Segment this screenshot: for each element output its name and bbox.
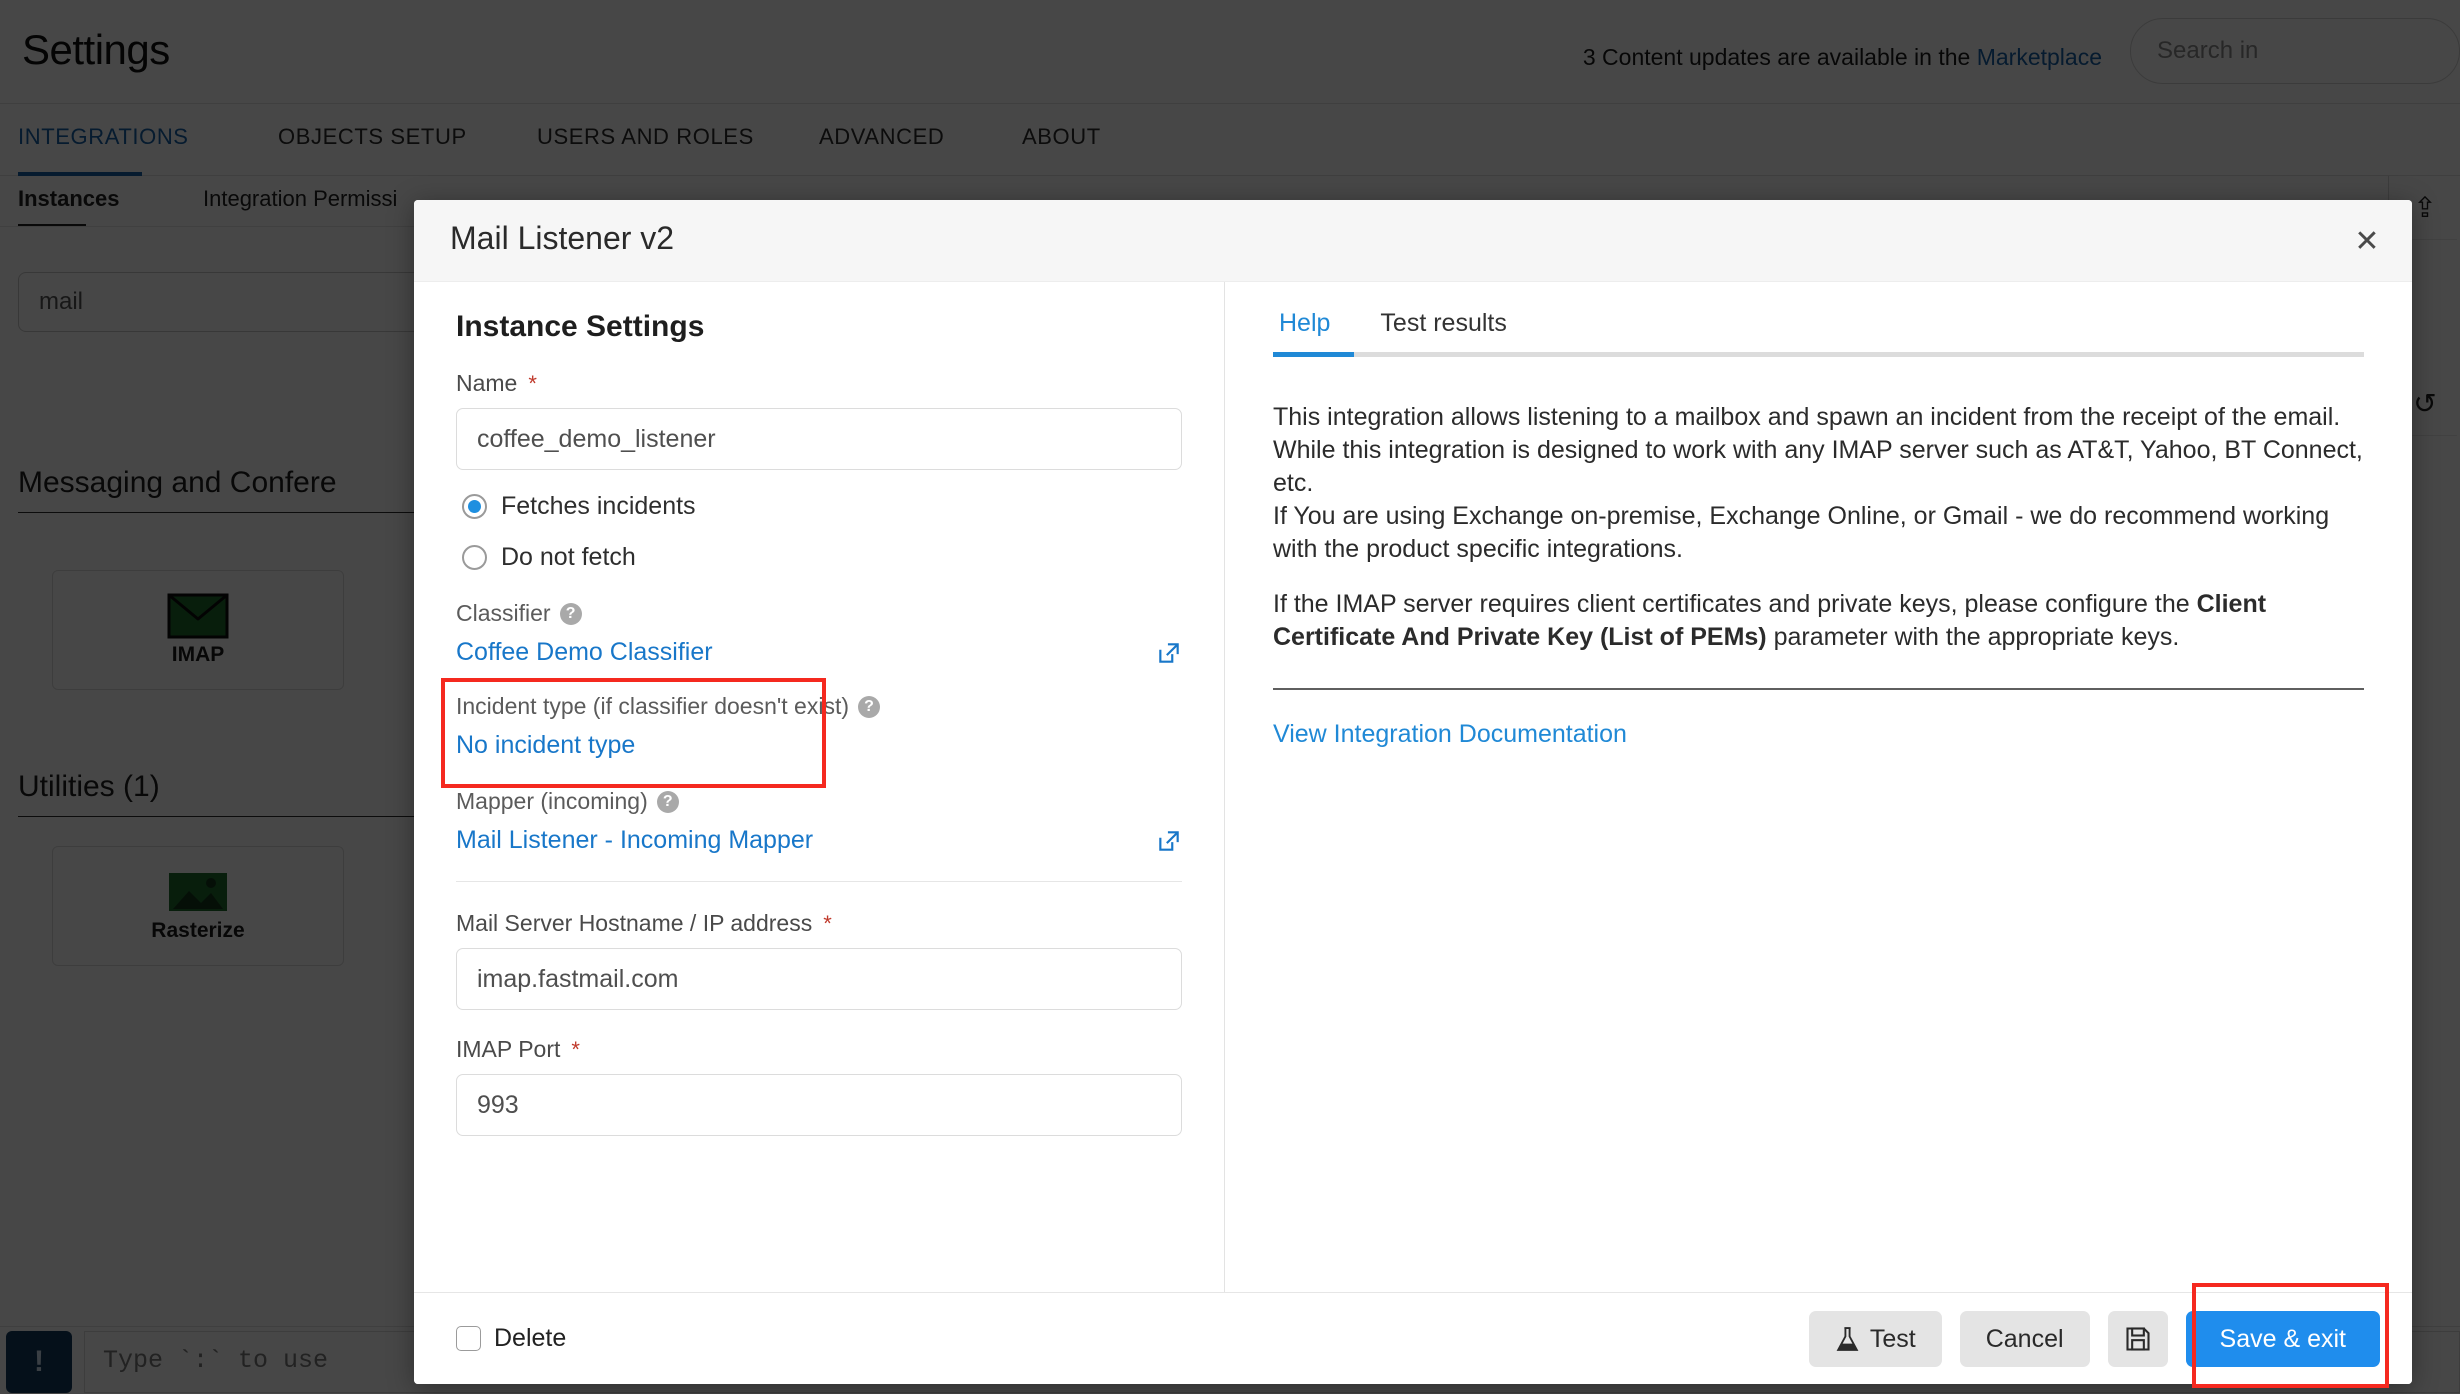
modal-body: Instance Settings Name * Fetches incident… xyxy=(414,282,2412,1292)
modal-title: Mail Listener v2 xyxy=(450,220,675,256)
cancel-button-label: Cancel xyxy=(1985,1324,2064,1353)
classifier-value-row: Coffee Demo Classifier xyxy=(456,638,1182,667)
mapper-value-link[interactable]: Mail Listener - Incoming Mapper xyxy=(456,826,813,855)
radio-icon-do-not-fetch[interactable] xyxy=(462,545,487,570)
tab-test-results[interactable]: Test results xyxy=(1374,308,1512,352)
save-and-exit-button[interactable]: Save & exit xyxy=(2185,1311,2380,1367)
footer-actions: Test Cancel Save & exit xyxy=(1808,1293,2380,1384)
help-divider xyxy=(1273,688,2364,690)
classifier-label: Classifier ? xyxy=(456,600,1182,627)
save-and-exit-button-label: Save & exit xyxy=(2219,1324,2346,1353)
mapper-label: Mapper (incoming) ? xyxy=(456,788,1182,815)
mapper-field: Mapper (incoming) ? Mail Listener - Inco… xyxy=(456,788,1182,855)
settings-divider xyxy=(456,881,1182,882)
hostname-label-text: Mail Server Hostname / IP address xyxy=(456,910,813,936)
required-marker: * xyxy=(571,1036,580,1062)
help-icon[interactable]: ? xyxy=(559,602,582,625)
help-pane: Help Test results This integration allow… xyxy=(1225,282,2412,1292)
test-button[interactable]: Test xyxy=(1808,1311,1942,1367)
cancel-button[interactable]: Cancel xyxy=(1959,1311,2090,1367)
integration-settings-modal: Mail Listener v2 ✕ Instance Settings Nam… xyxy=(414,200,2412,1384)
floppy-disk-icon xyxy=(2125,1327,2150,1351)
help-paragraph-2: While this integration is designed to wo… xyxy=(1273,436,2363,497)
tab-help[interactable]: Help xyxy=(1273,308,1336,352)
delete-checkbox-group[interactable]: Delete xyxy=(456,1324,566,1353)
classifier-field: Classifier ? Coffee Demo Classifier xyxy=(456,600,1182,667)
hostname-label: Mail Server Hostname / IP address * xyxy=(456,910,1182,937)
name-input[interactable] xyxy=(456,408,1182,470)
mapper-value-row: Mail Listener - Incoming Mapper xyxy=(456,826,1182,855)
mapper-label-text: Mapper (incoming) xyxy=(456,788,648,814)
help-tabbar: Help Test results xyxy=(1273,308,2364,352)
delete-label: Delete xyxy=(494,1324,567,1352)
instance-settings-heading: Instance Settings xyxy=(456,310,705,343)
help-icon[interactable]: ? xyxy=(656,790,679,813)
delete-checkbox[interactable] xyxy=(456,1326,481,1351)
classifier-label-text: Classifier xyxy=(456,600,551,626)
external-link-icon[interactable] xyxy=(1156,828,1182,854)
radio-label-do-not-fetch: Do not fetch xyxy=(501,543,636,571)
incident-type-field: Incident type (if classifier doesn't exi… xyxy=(456,693,1182,760)
imap-port-label: IMAP Port * xyxy=(456,1036,1182,1063)
instance-settings-pane: Instance Settings Name * Fetches incident… xyxy=(414,282,1225,1292)
save-button[interactable] xyxy=(2107,1311,2168,1367)
modal-header: Mail Listener v2 ✕ xyxy=(414,200,2412,282)
incident-type-label-text: Incident type (if classifier doesn't exi… xyxy=(456,693,849,719)
radio-fetches-incidents[interactable]: Fetches incidents xyxy=(462,492,1182,521)
required-marker: * xyxy=(528,370,537,396)
imap-port-label-text: IMAP Port xyxy=(456,1036,561,1062)
modal-footer: Delete Test Cancel Save & exit xyxy=(414,1292,2412,1384)
classifier-value-link[interactable]: Coffee Demo Classifier xyxy=(456,638,713,667)
help-icon[interactable]: ? xyxy=(858,695,880,718)
close-icon[interactable]: ✕ xyxy=(2344,218,2390,264)
imap-port-field: IMAP Port * xyxy=(456,1036,1182,1136)
external-link-icon[interactable] xyxy=(1156,640,1182,666)
name-field-label: Name * xyxy=(456,370,1182,397)
hostname-input[interactable] xyxy=(456,948,1182,1010)
hostname-field: Mail Server Hostname / IP address * xyxy=(456,910,1182,1010)
help-paragraph-4-pre: If the IMAP server requires client certi… xyxy=(1273,590,2197,618)
help-paragraph-3: If You are using Exchange on-premise, Ex… xyxy=(1273,502,2330,563)
help-paragraph-1: This integration allows listening to a m… xyxy=(1273,403,2341,431)
imap-port-input[interactable] xyxy=(456,1074,1182,1136)
test-button-label: Test xyxy=(1869,1324,1916,1353)
view-integration-documentation-link[interactable]: View Integration Documentation xyxy=(1273,720,1627,748)
incident-type-label: Incident type (if classifier doesn't exi… xyxy=(456,693,1182,720)
name-label-text: Name xyxy=(456,370,518,396)
radio-icon-fetches-incidents[interactable] xyxy=(462,494,487,519)
radio-label-fetches-incidents: Fetches incidents xyxy=(501,492,696,520)
flask-icon xyxy=(1836,1326,1859,1351)
radio-do-not-fetch[interactable]: Do not fetch xyxy=(462,543,1182,572)
required-marker: * xyxy=(823,910,832,936)
help-tab-indicator xyxy=(1273,352,2364,357)
help-paragraph-4-post: parameter with the appropriate keys. xyxy=(1766,623,2180,651)
help-paragraph-4: If the IMAP server requires client certi… xyxy=(1273,588,2364,654)
incident-type-value-link[interactable]: No incident type xyxy=(456,731,635,759)
